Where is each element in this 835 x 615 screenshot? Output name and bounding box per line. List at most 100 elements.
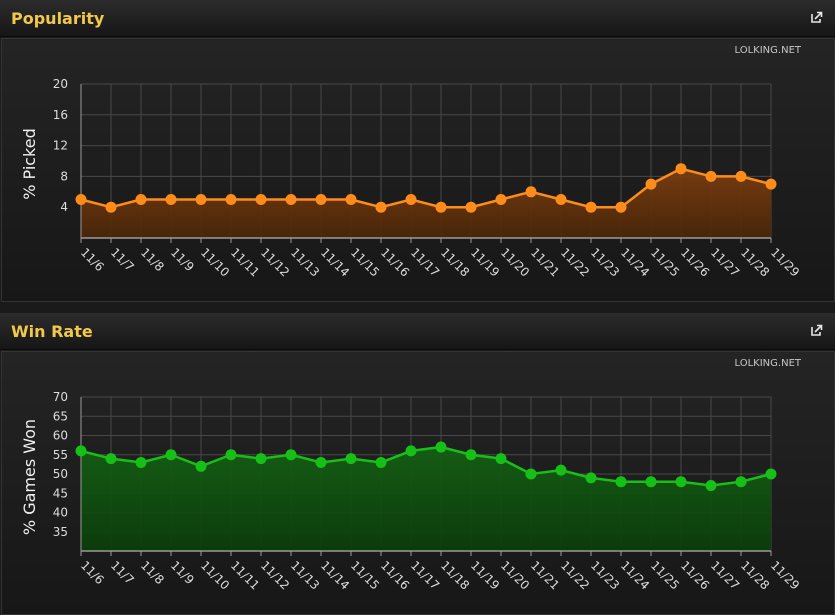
data-point <box>615 476 627 488</box>
data-point <box>615 201 627 213</box>
x-tick-label: 11/11 <box>228 245 262 279</box>
x-tick-label: 11/23 <box>588 558 622 592</box>
x-tick-label: 11/20 <box>498 558 532 592</box>
y-tick-label: 65 <box>53 409 68 423</box>
data-point <box>135 194 147 205</box>
data-point <box>345 453 357 465</box>
data-point <box>225 194 237 205</box>
data-point <box>525 468 537 480</box>
data-point <box>285 194 297 205</box>
y-tick-label: 20 <box>53 77 68 91</box>
export-icon[interactable] <box>811 11 823 23</box>
x-tick-label: 11/6 <box>78 558 107 587</box>
data-point <box>255 453 267 465</box>
data-point <box>435 441 447 453</box>
series-area <box>81 447 771 551</box>
y-tick-label: 16 <box>53 108 68 122</box>
data-point <box>585 472 597 484</box>
x-tick-label: 11/14 <box>318 245 352 279</box>
x-tick-label: 11/9 <box>168 558 197 587</box>
export-icon[interactable] <box>811 324 823 336</box>
x-tick-label: 11/27 <box>708 245 742 279</box>
y-tick-label: 55 <box>53 448 68 462</box>
data-point <box>525 186 537 198</box>
winrate-chart: 354045505560657011/6 11/7 11/8 11/9 11/1011/… <box>20 390 802 593</box>
data-point <box>585 201 597 213</box>
y-tick-label: 8 <box>60 169 68 183</box>
popularity-chart-area: LOLKING.NET 4 8 12 16 20 11/6 11/7 11/8 11/9 11/1… <box>1 38 835 302</box>
data-point <box>315 194 327 205</box>
popularity-header: Popularity <box>0 0 835 37</box>
data-point <box>675 163 687 175</box>
x-tick-label: 11/18 <box>438 245 472 279</box>
x-tick-label: 11/22 <box>558 558 592 592</box>
x-tick-label: 11/16 <box>378 558 412 592</box>
x-tick-label: 11/9 <box>168 245 197 274</box>
y-tick-label: 45 <box>53 486 68 500</box>
y-axis-title: % Picked <box>20 128 39 200</box>
x-tick-label: 11/17 <box>408 245 442 279</box>
data-point <box>195 460 207 472</box>
data-point <box>75 194 87 205</box>
y-tick-label: 70 <box>53 390 68 404</box>
x-tick-label: 11/11 <box>228 558 262 592</box>
data-point <box>735 170 747 182</box>
x-tick-label: 11/8 <box>138 558 167 587</box>
x-tick-label: 11/14 <box>318 558 352 592</box>
x-tick-label: 11/13 <box>288 558 322 592</box>
x-tick-label: 11/13 <box>288 245 322 279</box>
popularity-title: Popularity <box>11 9 105 28</box>
x-tick-label: 11/28 <box>738 245 772 279</box>
x-tick-label: 11/27 <box>708 558 742 592</box>
data-point <box>555 194 567 205</box>
y-tick-label: 12 <box>53 139 68 153</box>
y-tick-label: 50 <box>53 467 68 481</box>
data-point <box>135 456 147 468</box>
x-tick-label: 11/10 <box>198 245 232 279</box>
x-tick-label: 11/12 <box>258 558 292 592</box>
x-tick-label: 11/7 <box>108 245 137 274</box>
x-tick-label: 11/28 <box>738 558 772 592</box>
x-tick-label: 11/23 <box>588 245 622 279</box>
x-tick-label: 11/24 <box>618 558 652 592</box>
x-tick-label: 11/22 <box>558 245 592 279</box>
data-point <box>405 445 417 457</box>
x-tick-label: 11/26 <box>678 245 712 279</box>
winrate-chart-area: LOLKING.NET 35 40 45 50 55 60 65 70 11/6 11/7 11/8… <box>1 351 835 615</box>
x-tick-label: 11/10 <box>198 558 232 592</box>
x-tick-label: 11/17 <box>408 558 442 592</box>
x-tick-label: 11/15 <box>348 245 382 279</box>
x-tick-label: 11/21 <box>528 245 562 279</box>
x-tick-label: 11/21 <box>528 558 562 592</box>
x-tick-label: 11/7 <box>108 558 137 587</box>
data-point <box>765 178 777 190</box>
y-axis-title: % Games Won <box>20 419 39 535</box>
data-point <box>375 201 387 213</box>
popularity-chart: 4812162011/6 11/7 11/8 11/9 11/1011/1111/121… <box>20 77 802 280</box>
data-point <box>645 476 657 488</box>
winrate-panel: Win Rate LOLKING.NET 35 40 45 50 55 60 65 70 11/… <box>0 313 835 615</box>
data-point <box>465 449 477 461</box>
x-tick-label: 11/19 <box>468 245 502 279</box>
data-point <box>765 468 777 480</box>
data-point <box>645 178 657 190</box>
popularity-panel: Popularity LOLKING.NET 4 8 12 16 20 11/6 11/7 1… <box>0 0 835 302</box>
x-tick-label: 11/25 <box>648 245 682 279</box>
data-point <box>465 201 477 213</box>
data-point <box>495 453 507 465</box>
x-tick-label: 11/25 <box>648 558 682 592</box>
x-tick-label: 11/29 <box>768 558 802 592</box>
y-tick-label: 35 <box>53 525 68 539</box>
data-point <box>345 194 357 205</box>
y-tick-label: 4 <box>60 200 68 214</box>
x-tick-label: 11/20 <box>498 245 532 279</box>
x-tick-label: 11/16 <box>378 245 412 279</box>
data-point <box>495 194 507 205</box>
data-point <box>195 194 207 205</box>
data-point <box>705 480 717 492</box>
data-point <box>675 476 687 488</box>
x-tick-label: 11/12 <box>258 245 292 279</box>
x-tick-label: 11/18 <box>438 558 472 592</box>
data-point <box>285 449 297 461</box>
data-point <box>735 476 747 488</box>
